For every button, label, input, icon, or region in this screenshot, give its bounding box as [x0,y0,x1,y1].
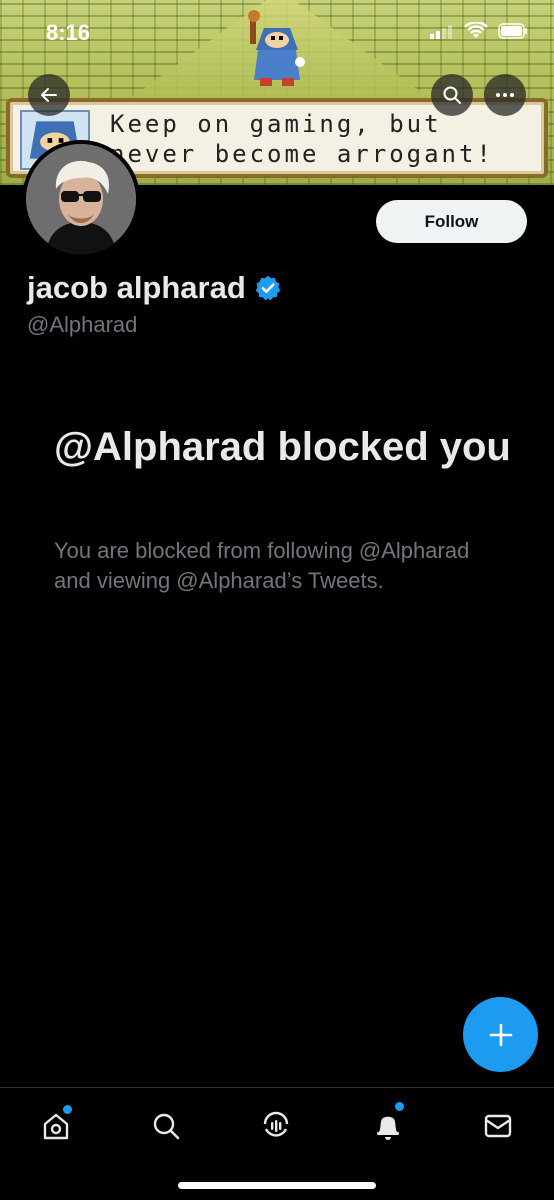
tab-notifications[interactable] [368,1102,408,1146]
avatar-image [26,144,136,254]
arrow-left-icon [41,88,57,102]
status-time: 8:16 [46,20,91,45]
profile-handle: @Alpharad [27,312,138,337]
search-icon [443,86,461,104]
search-button[interactable] [431,74,473,116]
battery-icon [498,23,527,39]
banner-dialog-line-2: never become arrogant! [110,140,494,168]
blocked-description: You are blocked from following @Alpharad… [54,538,470,593]
tab-home[interactable] [36,1105,76,1146]
messages-icon [484,1114,512,1138]
blocked-title: @Alpharad blocked you [54,425,511,469]
tab-spaces[interactable] [256,1106,296,1146]
avatar[interactable] [22,140,140,258]
more-button[interactable] [484,74,526,116]
signal-icon [430,25,452,39]
status-icons [430,22,528,40]
home-indicator [178,1182,376,1189]
profile-name: jacob alpharad [27,270,246,305]
tab-search[interactable] [146,1106,186,1146]
follow-button[interactable]: Follow [376,200,527,243]
banner-dialog-line-1: Keep on gaming, but [110,110,442,138]
plus-icon [489,1023,512,1046]
avatar-photo [26,144,136,254]
wifi-icon [464,22,488,38]
search-icon [153,1113,180,1140]
profile-name-row: jacob alpharad [27,270,282,306]
spaces-icon [263,1111,289,1137]
verified-badge-icon[interactable] [254,274,282,302]
home-icon [43,1113,69,1140]
more-dots-icon [496,93,514,97]
status-bar: 8:16 [0,0,554,64]
compose-tweet-button[interactable] [463,997,538,1072]
notifications-icon [377,1116,399,1140]
back-button[interactable] [28,74,70,116]
notifications-dot [395,1102,404,1111]
home-notification-dot [63,1105,72,1114]
tab-messages[interactable] [478,1106,518,1146]
